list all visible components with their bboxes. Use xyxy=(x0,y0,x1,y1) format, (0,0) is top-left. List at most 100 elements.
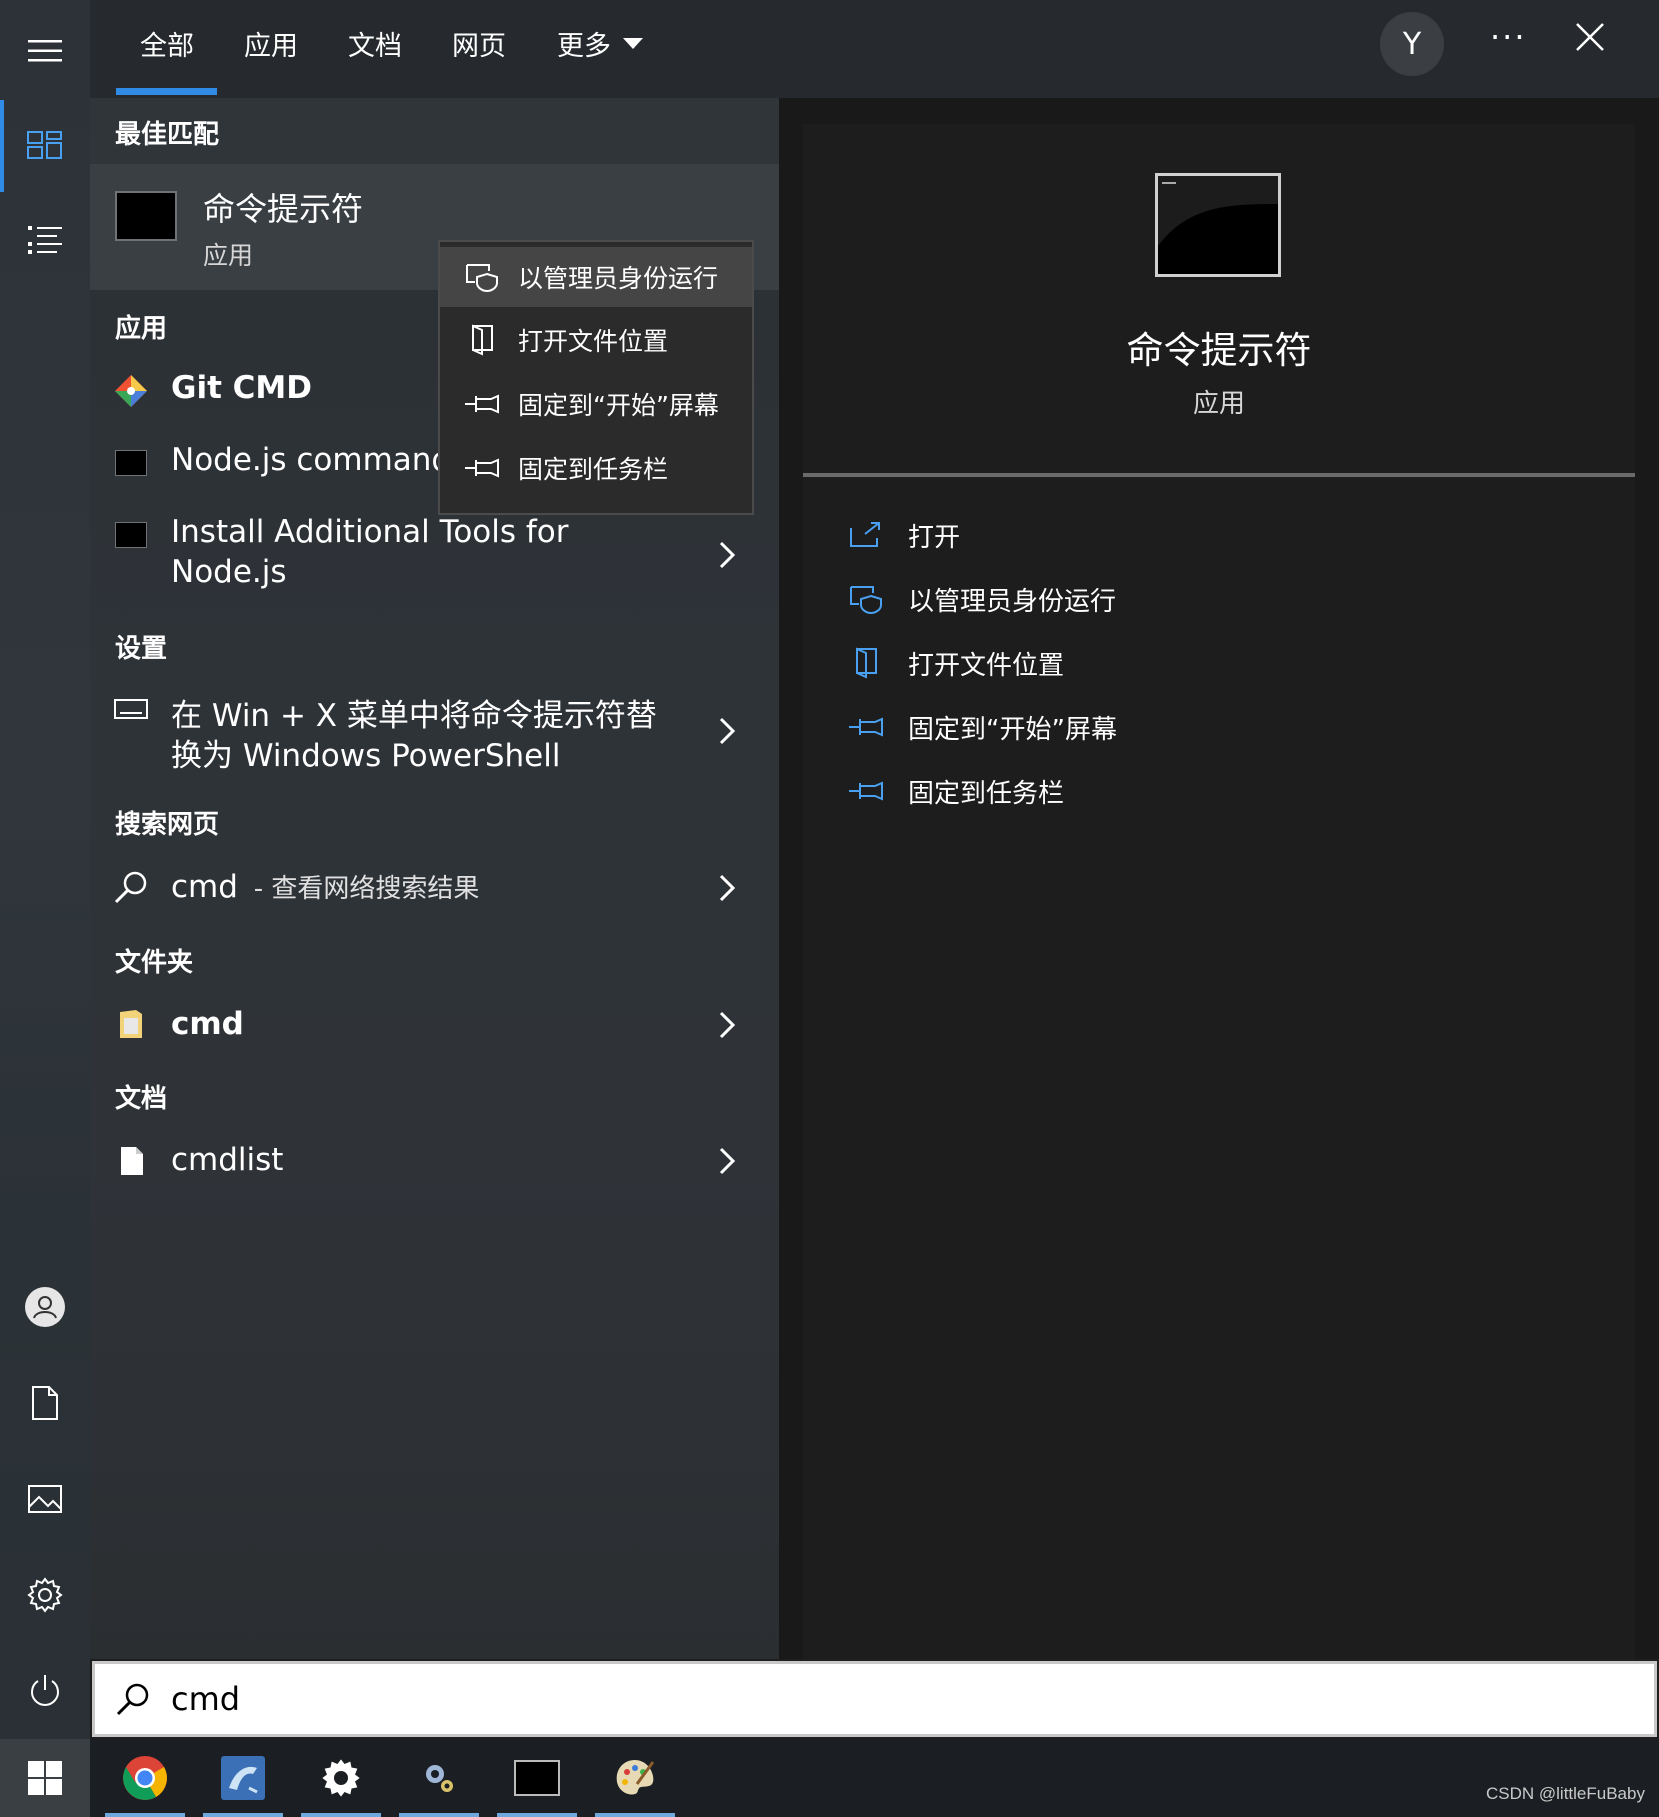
action-open-label: 打开 xyxy=(908,522,961,553)
taskbar-running-indicator xyxy=(203,1813,283,1817)
folder-location-icon xyxy=(856,647,877,679)
action-open-file-location[interactable]: 打开文件位置 xyxy=(848,641,1064,685)
hamburger-menu-button[interactable] xyxy=(0,6,90,96)
taskbar-command-prompt[interactable] xyxy=(497,1739,577,1817)
file-icon xyxy=(121,1147,143,1175)
tab-documents[interactable]: 文档 xyxy=(348,24,402,63)
context-menu: 以管理员身份运行 打开文件位置 固定到“开始”屏幕 固定到任务栏 xyxy=(438,240,754,515)
ctx-open-file-location-label: 打开文件位置 xyxy=(518,327,669,356)
action-run-as-admin[interactable]: 以管理员身份运行 xyxy=(848,577,1116,621)
hamburger-icon xyxy=(28,40,62,62)
settings-title-line2: 换为 Windows PowerShell xyxy=(171,738,561,774)
rail-pictures-button[interactable] xyxy=(0,1454,90,1544)
taskbar-running-indicator xyxy=(105,1813,185,1817)
taskbar-running-indicator xyxy=(595,1813,675,1817)
chevron-right-icon[interactable] xyxy=(716,1146,738,1176)
taskbar-control-panel[interactable] xyxy=(399,1739,479,1817)
power-icon xyxy=(31,1675,59,1706)
details-command-prompt-icon xyxy=(1155,173,1281,277)
command-prompt-icon xyxy=(115,191,177,241)
avatar[interactable]: Y xyxy=(1380,12,1444,76)
best-match-header: 最佳匹配 xyxy=(115,120,220,150)
keyboard-icon xyxy=(114,699,148,719)
action-pin-to-taskbar[interactable]: 固定到任务栏 xyxy=(848,769,1064,813)
search-input[interactable]: cmd xyxy=(92,1661,1657,1737)
details-divider xyxy=(803,473,1635,477)
details-subtitle: 应用 xyxy=(1192,389,1245,419)
taskbar-chrome[interactable] xyxy=(105,1739,185,1817)
command-prompt-icon xyxy=(514,1760,560,1796)
rail-list-button[interactable] xyxy=(0,196,90,286)
watermark-text: CSDN @littleFuBaby xyxy=(1486,1784,1645,1803)
pin-icon xyxy=(465,394,499,414)
action-open-file-location-label: 打开文件位置 xyxy=(908,650,1065,681)
install-tools-title-line1: Install Additional Tools for xyxy=(171,514,569,550)
folder-title: cmd xyxy=(171,1006,244,1042)
chevron-right-icon[interactable] xyxy=(716,716,738,746)
chevron-right-icon[interactable] xyxy=(716,873,738,903)
close-button[interactable] xyxy=(1575,22,1605,56)
git-cmd-icon xyxy=(115,375,147,407)
settings-title-line1: 在 Win + X 菜单中将命令提示符替 xyxy=(171,698,657,734)
rail-documents-button[interactable] xyxy=(0,1358,90,1448)
tab-apps[interactable]: 应用 xyxy=(244,24,298,63)
avatar-letter: Y xyxy=(1402,26,1422,62)
grid-icon xyxy=(27,131,62,159)
folder-location-icon xyxy=(472,324,493,356)
ctx-pin-to-start-label: 固定到“开始”屏幕 xyxy=(518,391,719,420)
chevron-right-icon[interactable] xyxy=(716,1010,738,1040)
rail-account-button[interactable] xyxy=(0,1262,90,1352)
ctx-pin-to-taskbar-label: 固定到任务栏 xyxy=(518,455,669,484)
tab-more[interactable]: 更多 xyxy=(557,24,643,63)
chrome-icon xyxy=(123,1756,167,1800)
gear-icon xyxy=(27,1577,63,1613)
dolphin-app-icon xyxy=(221,1756,265,1800)
ctx-run-as-admin-label: 以管理员身份运行 xyxy=(518,264,719,293)
more-options-button[interactable]: ··· xyxy=(1490,18,1527,56)
web-section-header: 搜索网页 xyxy=(115,810,220,840)
start-button[interactable] xyxy=(0,1739,90,1817)
search-icon xyxy=(114,871,147,904)
tab-more-label: 更多 xyxy=(557,31,611,62)
picture-icon xyxy=(28,1485,62,1513)
action-pin-to-start[interactable]: 固定到“开始”屏幕 xyxy=(848,705,1117,749)
folder-icon xyxy=(120,1010,142,1038)
gear-icon xyxy=(322,1759,360,1797)
console-glare-icon xyxy=(1158,176,1278,246)
apps-section-header: 应用 xyxy=(115,314,168,344)
taskbar-mysql-workbench[interactable] xyxy=(203,1739,283,1817)
tab-all[interactable]: 全部 xyxy=(140,24,194,63)
action-open[interactable]: 打开 xyxy=(848,513,960,557)
search-input-value: cmd xyxy=(171,1680,241,1718)
rail-home-button[interactable] xyxy=(0,100,90,190)
best-match-title: 命令提示符 xyxy=(203,190,364,228)
pin-icon xyxy=(849,781,883,801)
ctx-pin-to-start[interactable]: 固定到“开始”屏幕 xyxy=(440,374,752,434)
install-tools-title-line2: Node.js xyxy=(171,554,287,590)
pin-icon xyxy=(849,717,883,737)
tab-selected-underline xyxy=(116,88,217,95)
rail-settings-button[interactable] xyxy=(0,1550,90,1640)
doc-title: cmdlist xyxy=(171,1142,284,1178)
search-icon xyxy=(116,1683,149,1716)
ctx-run-as-admin[interactable]: 以管理员身份运行 xyxy=(440,247,752,307)
node-command-icon xyxy=(115,450,147,476)
pin-icon xyxy=(465,458,499,478)
web-search-title: cmd - 查看网络搜索结果 xyxy=(171,868,479,905)
rail-power-button[interactable] xyxy=(0,1646,90,1736)
ctx-pin-to-taskbar[interactable]: 固定到任务栏 xyxy=(440,438,752,498)
more-dots-icon: ··· xyxy=(1490,18,1527,56)
taskbar-settings[interactable] xyxy=(301,1739,381,1817)
action-run-as-admin-label: 以管理员身份运行 xyxy=(908,586,1117,617)
shield-icon xyxy=(466,264,498,292)
chevron-right-icon[interactable] xyxy=(716,540,738,570)
ctx-open-file-location[interactable]: 打开文件位置 xyxy=(440,310,752,370)
taskbar-paint[interactable] xyxy=(595,1739,675,1817)
paint-palette-icon xyxy=(616,1760,655,1795)
shield-icon xyxy=(850,586,882,614)
close-icon xyxy=(1576,23,1604,51)
tab-web[interactable]: 网页 xyxy=(452,24,506,63)
node-command-title: Node.js command xyxy=(171,442,452,478)
gears-icon xyxy=(426,1765,453,1792)
caret-down-icon xyxy=(623,37,643,49)
